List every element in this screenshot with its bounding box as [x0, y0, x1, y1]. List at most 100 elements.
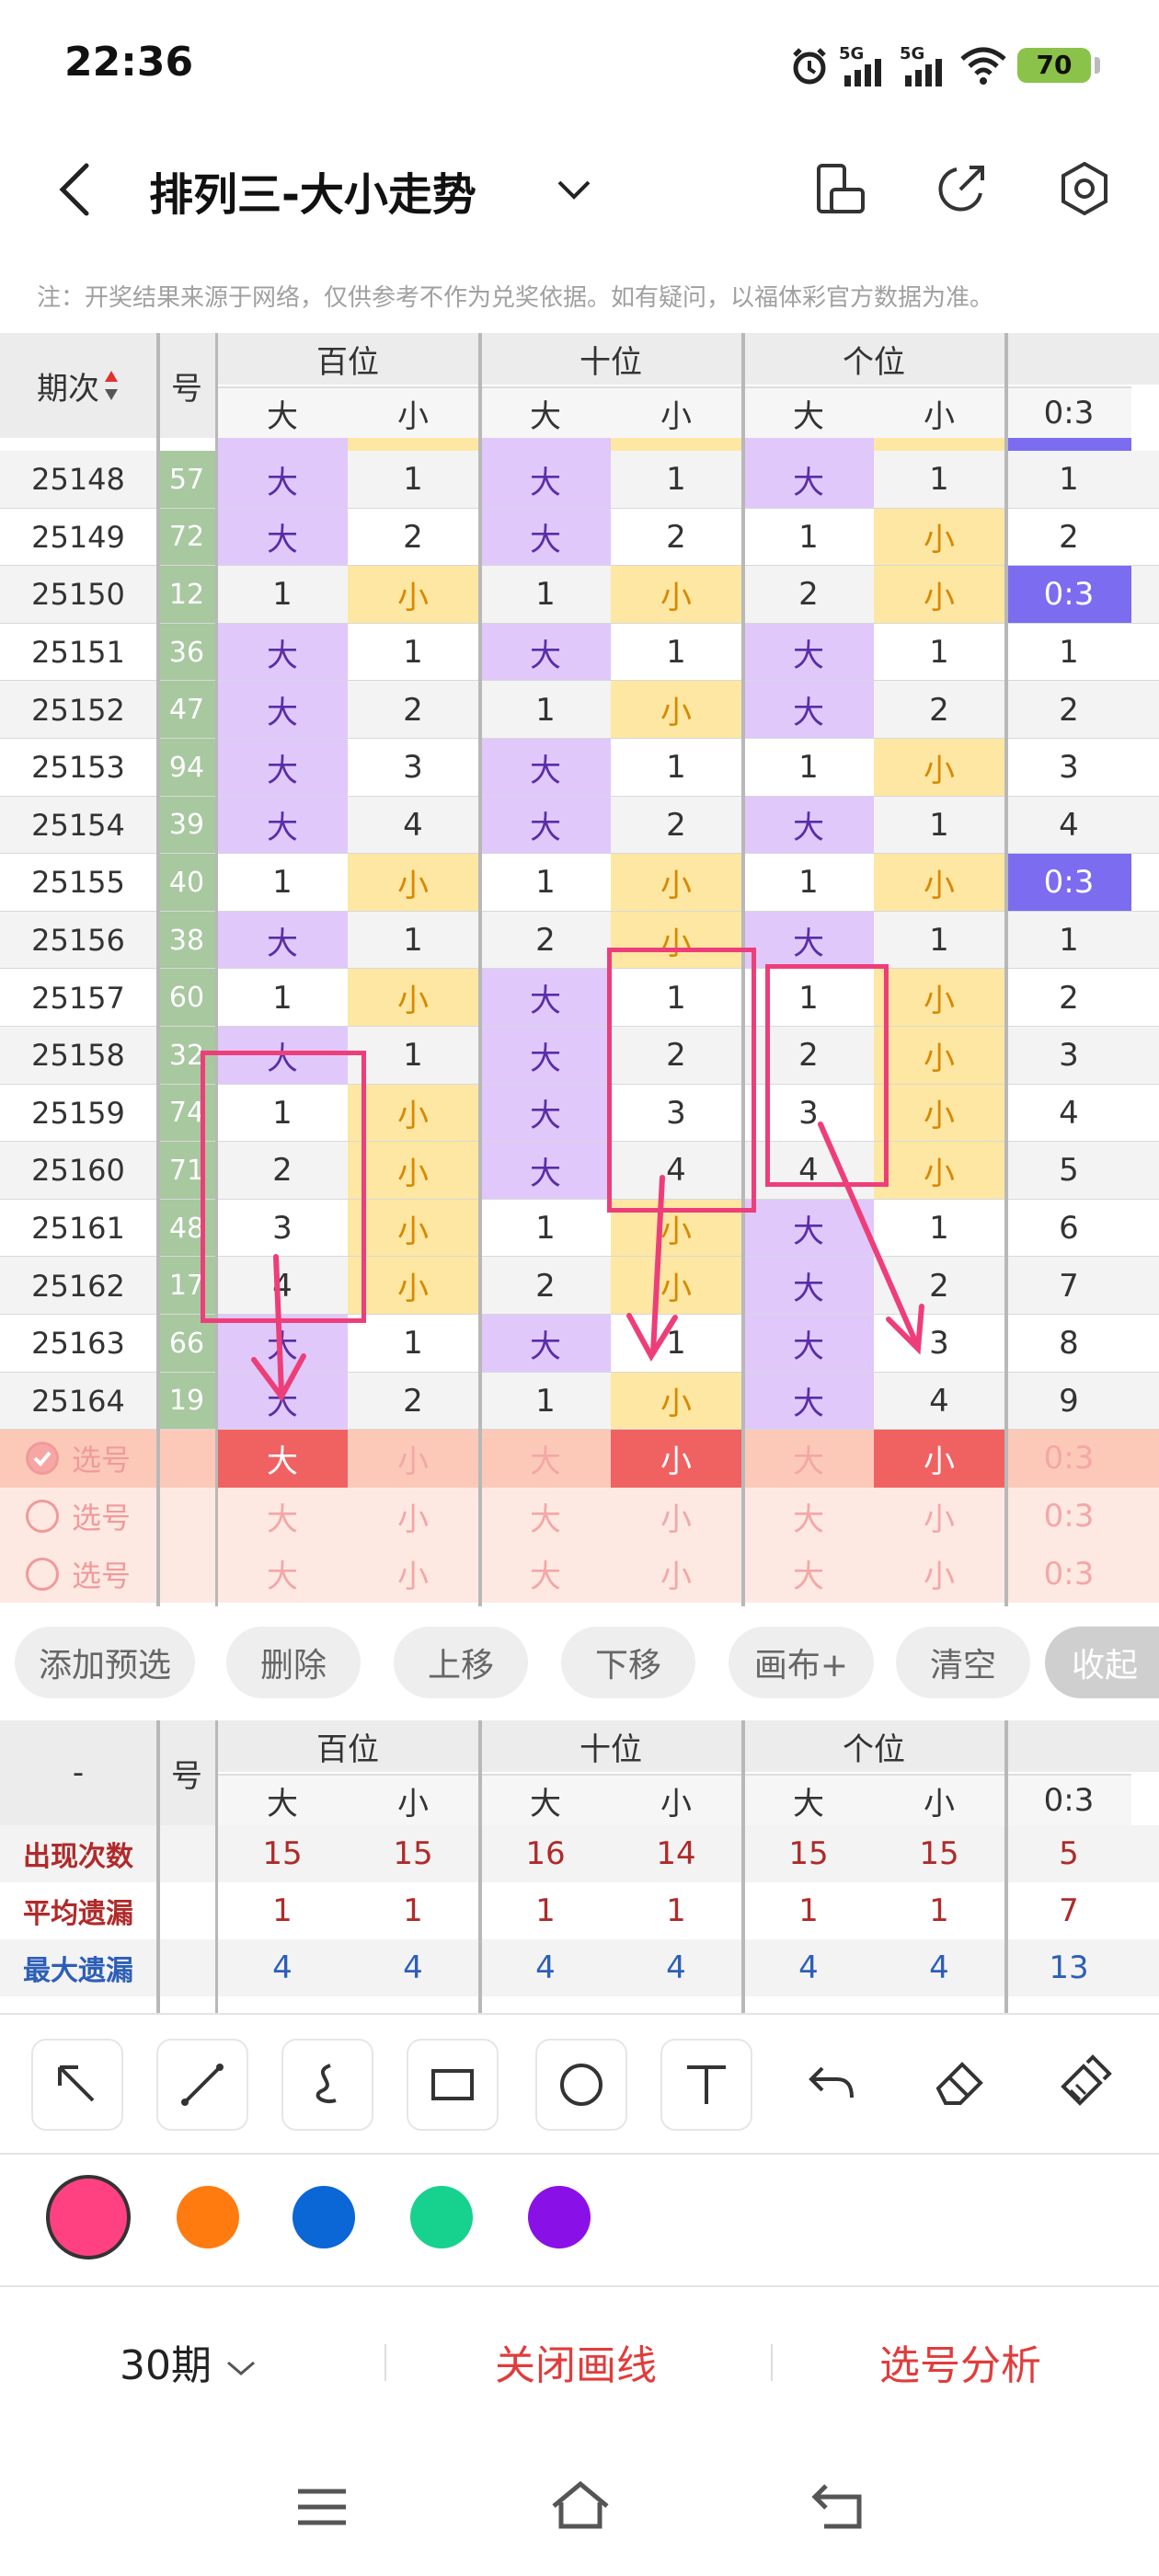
unchecked-circle-icon[interactable]: [25, 1557, 59, 1591]
col-divider: [1004, 1720, 1008, 2013]
col-divider: [741, 1720, 745, 2013]
stats-cell: 1: [929, 1892, 949, 1929]
pick-cell[interactable]: 小: [348, 1545, 478, 1603]
text-tool[interactable]: [660, 2039, 752, 2131]
stats-cell: 1: [798, 1892, 819, 1929]
stats-cell: 16: [525, 1835, 566, 1872]
stats-sub-header: 大: [480, 1774, 611, 1825]
stats-cell: 7: [1059, 1892, 1079, 1929]
home-icon[interactable]: [548, 2478, 613, 2534]
col-divider: [478, 1720, 482, 2013]
stats-cell: 4: [929, 1949, 949, 1986]
stats-cell: 4: [272, 1949, 293, 1986]
pick-cell[interactable]: 大: [743, 1488, 874, 1546]
action-button[interactable]: 删除: [226, 1627, 361, 1698]
freehand-tool[interactable]: [281, 2039, 373, 2131]
stats-cell: 4: [403, 1949, 423, 1986]
circle-icon: [560, 2064, 602, 2106]
pick-row-label[interactable]: 选号: [0, 1488, 156, 1546]
line-tool[interactable]: [156, 2039, 248, 2131]
stats-sub-header: 小: [348, 1774, 478, 1825]
pointer-tool[interactable]: [31, 2039, 123, 2131]
period-label: 30期: [120, 2342, 212, 2389]
stats-label-header: -: [0, 1720, 156, 1825]
action-button[interactable]: 上移: [394, 1627, 528, 1698]
color-swatch-orange[interactable]: [177, 2186, 239, 2248]
stats-cell: 1: [403, 1892, 423, 1929]
stats-cell: 13: [1049, 1949, 1089, 1986]
stats-row-label: 平均遗漏: [23, 1898, 133, 1930]
stats-sub-header: 小: [874, 1774, 1004, 1825]
stats-cell: 1: [272, 1892, 293, 1929]
eraser-icon[interactable]: [929, 2055, 988, 2110]
action-button[interactable]: 收起: [1045, 1627, 1159, 1698]
stats-cell: 1: [666, 1892, 686, 1929]
pick-cell[interactable]: 大: [217, 1545, 348, 1603]
pick-label: 选号: [71, 1558, 131, 1593]
divider: [0, 2285, 1159, 2287]
col-divider: [156, 1720, 160, 2013]
stats-row-label: 最大遗漏: [23, 1955, 133, 1987]
unchecked-circle-icon[interactable]: [25, 1500, 59, 1534]
pick-cell[interactable]: 0:3: [1006, 1488, 1131, 1546]
stats-group-extra: [1006, 1720, 1159, 1772]
stats-cell: 15: [393, 1835, 433, 1872]
close-draw-button[interactable]: 关闭画线: [495, 2332, 657, 2391]
color-swatch-green[interactable]: [410, 2186, 473, 2248]
stats-sub-header: 0:3: [1006, 1774, 1131, 1825]
stats-row-label: 出现次数: [23, 1841, 133, 1873]
pick-cell[interactable]: 0:3: [1006, 1545, 1131, 1603]
pick-cell[interactable]: 大: [480, 1488, 611, 1546]
stats-sub-header: 大: [743, 1774, 874, 1825]
pick-cell[interactable]: 大: [743, 1545, 874, 1603]
pick-cell[interactable]: 小: [874, 1545, 1004, 1603]
stats-cell: 4: [798, 1949, 819, 1986]
arrow-pointer-icon: [58, 2065, 95, 2102]
color-swatch-pink[interactable]: [46, 2175, 131, 2260]
stats-cell: 5: [1059, 1835, 1079, 1872]
pick-cell[interactable]: 小: [874, 1488, 1004, 1546]
stats-sub-header: 小: [611, 1774, 741, 1825]
stats-num-header: 号: [156, 1720, 217, 1825]
stats-sub-header: 大: [217, 1774, 348, 1825]
stats-cell: 14: [656, 1835, 696, 1872]
stats-group-hundreds: 百位: [217, 1720, 478, 1772]
drawn-arrows[interactable]: [0, 0, 1159, 1472]
clear-canvas-icon[interactable]: [1056, 2053, 1113, 2110]
undo-icon[interactable]: [804, 2055, 859, 2110]
color-swatch-purple[interactable]: [528, 2186, 591, 2248]
stats-cell: 1: [535, 1892, 556, 1929]
action-button[interactable]: 清空: [896, 1627, 1030, 1698]
pick-row-label[interactable]: 选号: [0, 1545, 156, 1603]
pick-cell[interactable]: 大: [480, 1545, 611, 1603]
pick-cell[interactable]: 大: [217, 1488, 348, 1546]
freehand-icon: [316, 2064, 337, 2103]
stats-cell: 15: [788, 1835, 829, 1872]
stats-table: - 号 百位 十位 个位 大小大小大小 0:3 出现次数 15 15 16 14 15 15 5…: [0, 1720, 1159, 2015]
stats-cell: 4: [535, 1949, 556, 1986]
back-nav-icon[interactable]: [808, 2480, 868, 2532]
action-button[interactable]: 下移: [561, 1627, 695, 1698]
pick-label: 选号: [71, 1501, 131, 1536]
divider: [771, 2344, 773, 2381]
stats-cell: 4: [666, 1949, 686, 1986]
line-icon: [181, 2064, 224, 2106]
divider: [384, 2344, 386, 2381]
text-icon: [687, 2065, 726, 2104]
stats-group-units: 个位: [743, 1720, 1004, 1772]
stats-cell: 15: [262, 1835, 303, 1872]
pick-cell[interactable]: 小: [348, 1488, 478, 1546]
period-selector[interactable]: 30期: [120, 2332, 258, 2391]
pick-analysis-button[interactable]: 选号分析: [879, 2332, 1041, 2391]
action-button[interactable]: 画布+: [729, 1627, 874, 1698]
pick-cell[interactable]: 小: [611, 1488, 741, 1546]
rectangle-tool[interactable]: [407, 2039, 499, 2131]
pick-cell[interactable]: 小: [611, 1545, 741, 1603]
circle-tool[interactable]: [535, 2039, 627, 2131]
stats-cell: 15: [919, 1835, 959, 1872]
menu-icon[interactable]: [294, 2484, 350, 2530]
chevron-down-icon: [227, 2361, 255, 2375]
color-swatch-blue[interactable]: [293, 2186, 355, 2248]
action-button[interactable]: 添加预选: [15, 1627, 195, 1698]
stats-group-tens: 十位: [480, 1720, 741, 1772]
